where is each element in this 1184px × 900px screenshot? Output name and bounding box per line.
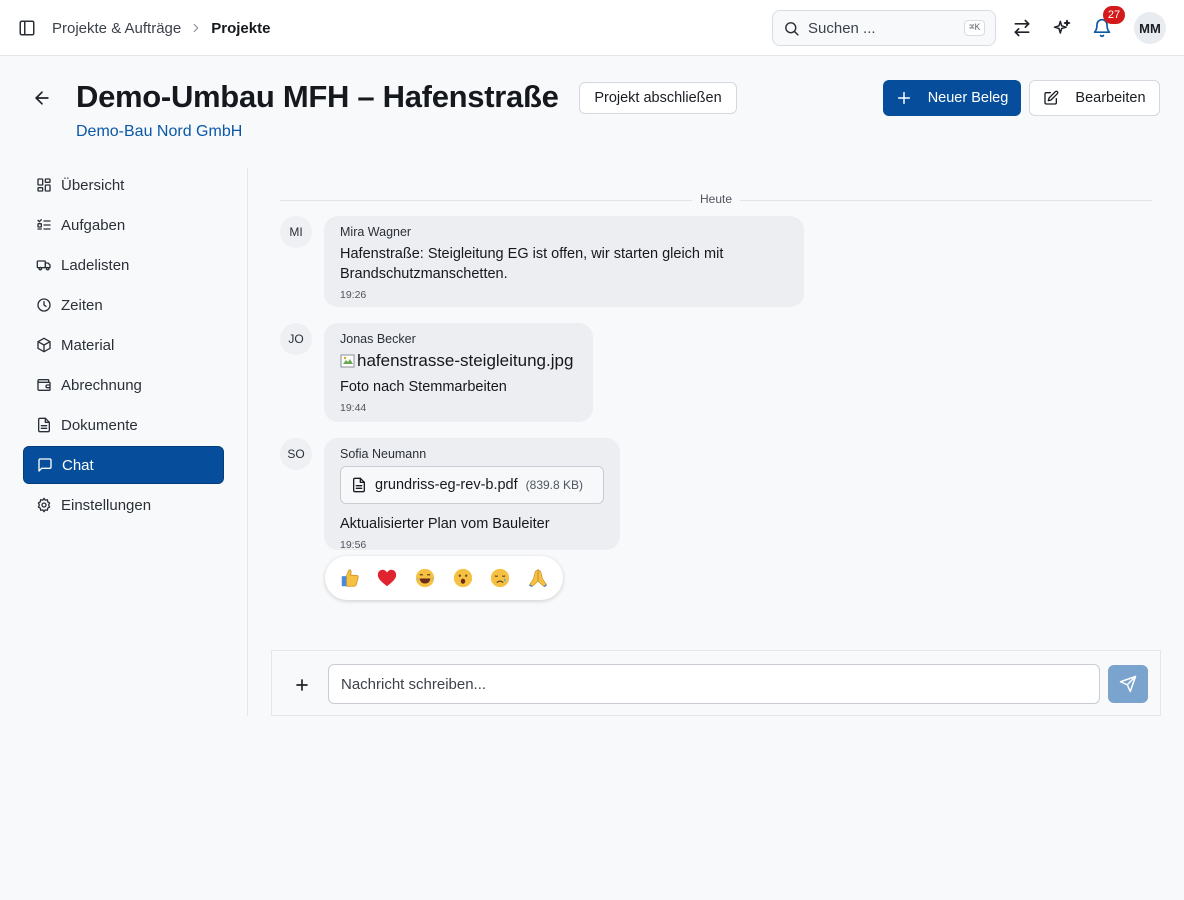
- message-image[interactable]: hafenstrasse-steigleitung.jpg: [340, 351, 577, 371]
- sidenav-divider: [247, 168, 248, 716]
- search-shortcut-hint: ⌘K: [964, 20, 985, 36]
- document-icon: [36, 417, 52, 433]
- sidebar-item-chat[interactable]: Chat: [23, 446, 224, 484]
- switch-icon[interactable]: [1010, 16, 1034, 40]
- thumbs-up-reaction[interactable]: [338, 566, 362, 590]
- day-separator-label: Heute: [691, 192, 741, 206]
- chat-icon: [37, 457, 53, 473]
- chat-message[interactable]: Mira Wagner Hafenstraße: Steigleitung EG…: [324, 216, 804, 307]
- sidebar-item-label: Chat: [62, 456, 94, 474]
- sparkles-icon[interactable]: [1050, 16, 1074, 40]
- new-document-button[interactable]: Neuer Beleg: [883, 80, 1021, 116]
- sidebar-item-label: Ladelisten: [61, 256, 130, 274]
- top-bar: Projekte & Aufträge Projekte Suchen ... …: [0, 0, 1184, 56]
- truck-icon: [36, 257, 52, 273]
- gear-icon: [36, 497, 52, 513]
- notification-badge: 27: [1103, 6, 1125, 24]
- sidebar-item-label: Material: [61, 336, 115, 354]
- breadcrumb: Projekte & Aufträge Projekte: [52, 0, 270, 56]
- message-author: Mira Wagner: [340, 225, 412, 239]
- clock-icon: [36, 297, 52, 313]
- message-composer: [271, 650, 1161, 716]
- message-author: Sofia Neumann: [340, 447, 427, 461]
- sidebar-item-einstellungen[interactable]: Einstellungen: [23, 486, 224, 524]
- message-time: 19:56: [340, 539, 367, 551]
- sidebar-item-material[interactable]: Material: [23, 326, 224, 364]
- add-attachment-icon[interactable]: [292, 675, 312, 695]
- heart-reaction[interactable]: [375, 566, 399, 590]
- user-avatar[interactable]: MM: [1134, 12, 1166, 44]
- praying-hands-reaction[interactable]: [526, 566, 550, 590]
- close-project-label: Projekt abschließen: [594, 90, 722, 106]
- search-placeholder: Suchen ...: [808, 19, 876, 37]
- message-avatar: MI: [280, 216, 312, 248]
- breadcrumb-parent-link[interactable]: Projekte & Aufträge: [52, 20, 181, 37]
- search-icon: [783, 20, 800, 37]
- sidebar-item-label: Abrechnung: [61, 376, 142, 394]
- surprised-reaction[interactable]: [451, 566, 475, 590]
- sidebar-item-ladelisten[interactable]: Ladelisten: [23, 246, 224, 284]
- sidebar-item-dokumente[interactable]: Dokumente: [23, 406, 224, 444]
- sidebar-item-label: Übersicht: [61, 176, 125, 194]
- send-icon: [1119, 675, 1137, 693]
- reaction-picker: [325, 556, 563, 600]
- message-time: 19:26: [340, 289, 367, 301]
- project-sidenav: Übersicht Aufgaben Ladelisten Zeiten Mat…: [23, 166, 224, 526]
- new-document-label: Neuer Beleg: [927, 90, 1009, 106]
- page-title: Demo-Umbau MFH – Hafenstraße: [76, 79, 559, 114]
- message-avatar: JO: [280, 323, 312, 355]
- edit-button[interactable]: Bearbeiten: [1029, 80, 1160, 116]
- edit-icon: [1043, 90, 1059, 106]
- plus-icon: [896, 90, 912, 106]
- chat-message[interactable]: Sofia Neumann grundriss-eg-rev-b.pdf (83…: [324, 438, 620, 551]
- sidebar-item-aufgaben[interactable]: Aufgaben: [23, 206, 224, 244]
- package-icon: [36, 337, 52, 353]
- sidebar-item-abrechnung[interactable]: Abrechnung: [23, 366, 224, 404]
- message-time: 19:44: [340, 402, 367, 414]
- chevron-right-icon: [189, 21, 203, 35]
- breadcrumb-current: Projekte: [211, 19, 271, 37]
- customer-link[interactable]: Demo-Bau Nord GmbH: [76, 123, 242, 141]
- message-author: Jonas Becker: [340, 332, 416, 346]
- file-attachment[interactable]: grundriss-eg-rev-b.pdf (839.8 KB): [340, 466, 604, 504]
- message-input[interactable]: [328, 664, 1100, 704]
- dashboard-icon: [36, 177, 52, 193]
- broken-image-icon: [340, 353, 356, 369]
- sidebar-item-uebersicht[interactable]: Übersicht: [23, 166, 224, 204]
- crying-reaction[interactable]: [488, 566, 512, 590]
- message-text: Aktualisierter Plan vom Bauleiter: [340, 516, 550, 532]
- send-button[interactable]: [1108, 665, 1148, 703]
- list-check-icon: [36, 217, 52, 233]
- chat-message[interactable]: Jonas Becker hafenstrasse-steigleitung.j…: [324, 323, 593, 422]
- sidebar-item-label: Dokumente: [61, 416, 138, 434]
- back-arrow-icon[interactable]: [32, 88, 52, 108]
- file-size: (839.8 KB): [525, 478, 584, 492]
- search-box[interactable]: Suchen ... ⌘K: [772, 10, 996, 46]
- day-separator: Heute: [280, 192, 1152, 208]
- message-text: Hafenstraße: Steigleitung EG ist offen, …: [340, 246, 724, 282]
- file-name: grundriss-eg-rev-b.pdf: [375, 477, 518, 493]
- wallet-icon: [36, 377, 52, 393]
- sidebar-item-label: Zeiten: [61, 296, 103, 314]
- edit-label: Bearbeiten: [1075, 90, 1146, 106]
- close-project-button[interactable]: Projekt abschließen: [579, 82, 737, 114]
- sidebar-item-label: Aufgaben: [61, 216, 126, 234]
- laugh-reaction[interactable]: [413, 566, 437, 590]
- sidebar-item-label: Einstellungen: [61, 496, 152, 514]
- file-icon: [351, 477, 367, 493]
- sidebar-item-zeiten[interactable]: Zeiten: [23, 286, 224, 324]
- image-alt-text: hafenstrasse-steigleitung.jpg: [357, 351, 574, 370]
- sidebar-toggle-icon[interactable]: [16, 17, 38, 39]
- message-avatar: SO: [280, 438, 312, 470]
- message-text: Foto nach Stemmarbeiten: [340, 379, 507, 395]
